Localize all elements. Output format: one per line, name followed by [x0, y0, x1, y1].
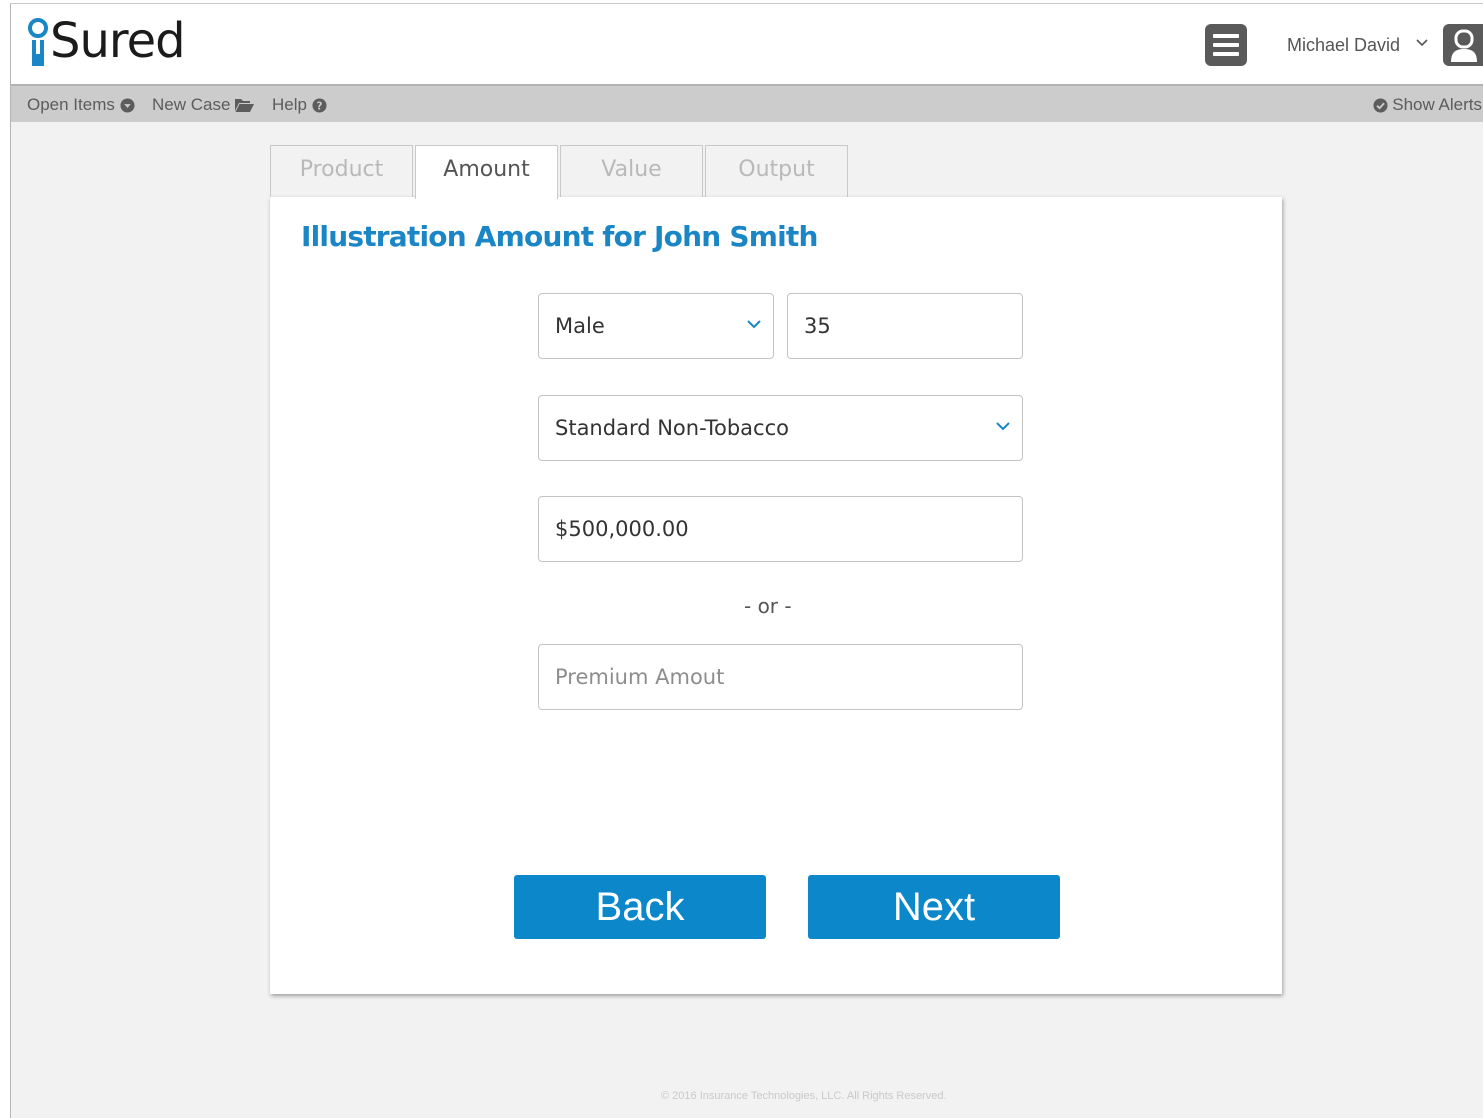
top-toolbar: Open Items New Case Help ? Show Alerts — [11, 86, 1483, 122]
rate-class-value: Standard Non-Tobacco — [555, 416, 789, 440]
chevron-down-icon — [747, 320, 761, 329]
rate-class-select[interactable]: Standard Non-Tobacco — [538, 395, 1023, 461]
tab-value[interactable]: Value — [560, 145, 703, 197]
menu-bar — [1213, 34, 1239, 38]
menu-bar — [1213, 43, 1239, 47]
new-case-link[interactable]: New Case — [152, 95, 255, 115]
logo-text: Sured — [50, 13, 186, 69]
check-circle-icon — [1373, 97, 1388, 113]
open-items-label: Open Items — [27, 95, 115, 114]
show-alerts-link[interactable]: Show Alerts — [1373, 95, 1482, 115]
show-alerts-label: Show Alerts — [1392, 95, 1482, 114]
app-header: Sured Michael David — [11, 4, 1483, 86]
gender-value: Male — [555, 314, 605, 338]
logo-keyhole-icon — [28, 18, 48, 66]
user-avatar[interactable] — [1443, 24, 1483, 66]
back-button[interactable]: Back — [514, 875, 766, 939]
tab-output[interactable]: Output — [705, 145, 848, 197]
chevron-down-icon — [996, 422, 1010, 431]
user-icon — [1451, 29, 1477, 62]
premium-amount-input[interactable]: Premium Amout — [538, 644, 1023, 710]
svg-text:?: ? — [316, 100, 322, 112]
circle-arrow-down-icon — [120, 97, 135, 113]
next-button[interactable]: Next — [808, 875, 1060, 939]
user-menu-name[interactable]: Michael David — [1287, 34, 1400, 56]
amount-form-card: Illustration Amount for John Smith Male … — [270, 197, 1282, 994]
help-link[interactable]: Help ? — [272, 95, 327, 115]
question-circle-icon: ? — [312, 97, 327, 112]
gender-select[interactable]: Male — [538, 293, 774, 359]
tab-amount[interactable]: Amount — [415, 145, 558, 199]
new-case-label: New Case — [152, 95, 231, 114]
face-amount-value: $500,000.00 — [555, 517, 689, 541]
age-input[interactable]: 35 — [787, 293, 1023, 359]
tab-product[interactable]: Product — [270, 145, 413, 197]
hamburger-menu-button[interactable] — [1205, 24, 1247, 66]
or-separator: - or - — [744, 594, 792, 618]
page-title: Illustration Amount for John Smith — [301, 220, 818, 253]
app-frame: Sured Michael David Open Items New Case … — [10, 3, 1483, 1118]
premium-placeholder: Premium Amout — [555, 665, 725, 689]
menu-bar — [1213, 52, 1239, 56]
help-label: Help — [272, 95, 307, 114]
app-logo[interactable]: Sured — [27, 13, 186, 69]
footer-copyright: © 2016 Insurance Technologies, LLC. All … — [661, 1090, 947, 1102]
open-items-link[interactable]: Open Items — [27, 95, 135, 115]
age-value: 35 — [804, 314, 831, 338]
folder-open-icon — [235, 99, 255, 112]
chevron-down-icon[interactable] — [1416, 39, 1428, 47]
face-amount-input[interactable]: $500,000.00 — [538, 496, 1023, 562]
